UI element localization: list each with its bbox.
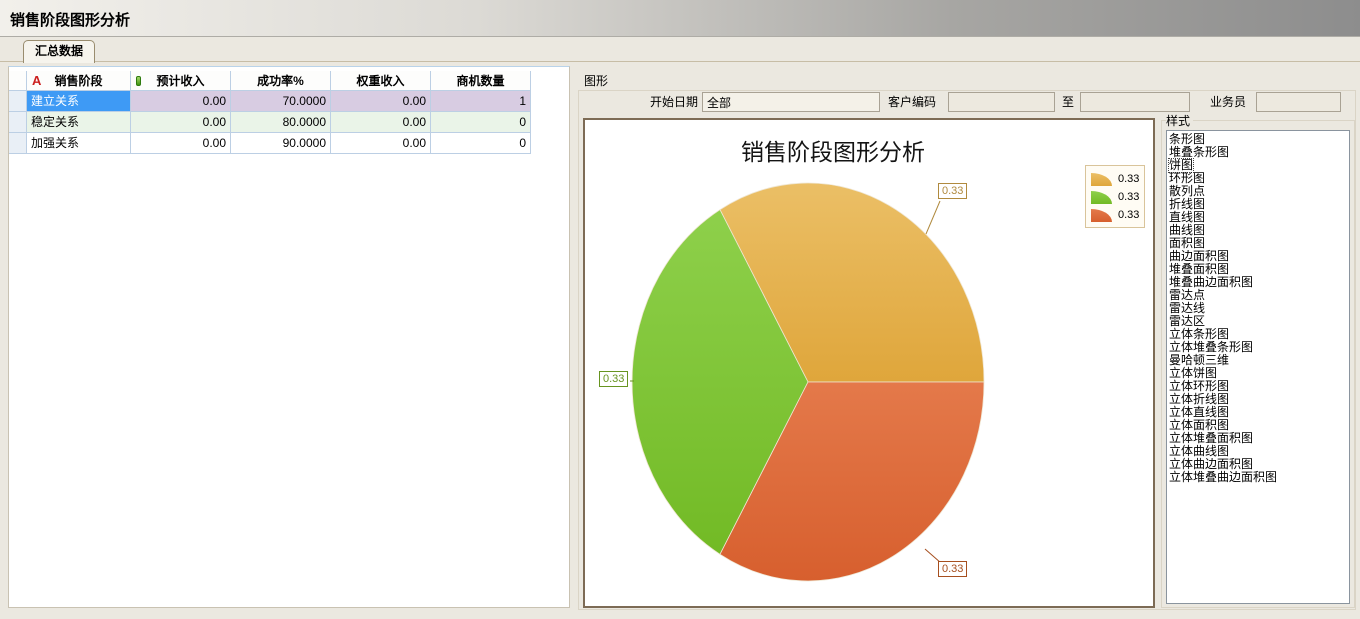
start-date-input[interactable]	[702, 92, 880, 112]
column-label: 预计收入	[156, 71, 204, 91]
chart-legend: 0.33 0.33 0.33	[1085, 165, 1145, 228]
cell-stage[interactable]: 稳定关系	[27, 112, 131, 133]
column-label: 销售阶段	[54, 71, 102, 91]
column-header-expected-income[interactable]: 预计收入	[131, 71, 231, 91]
start-date-label: 开始日期	[610, 92, 698, 112]
cell-weighted-income[interactable]: 0.00	[331, 133, 431, 154]
column-header-opportunity-count[interactable]: 商机数量	[431, 71, 531, 91]
salesman-input[interactable]	[1256, 92, 1341, 112]
legend-swatch	[1091, 209, 1112, 222]
legend-entry: 0.33	[1091, 206, 1139, 224]
cell-expected-income[interactable]: 0.00	[131, 133, 231, 154]
numeric-field-icon	[136, 76, 141, 86]
cell-expected-income[interactable]: 0.00	[131, 112, 231, 133]
pie-callout: 0.33	[938, 183, 967, 199]
tab-strip-divider	[0, 61, 1360, 62]
legend-entry: 0.33	[1091, 170, 1139, 188]
tab-summary-data[interactable]: 汇总数据	[23, 40, 95, 63]
row-indicator[interactable]	[9, 133, 27, 154]
pie-chart-panel: 销售阶段图形分析 0.33 0.33 0.33 0.330.330.33	[583, 118, 1155, 608]
summary-grid: A 销售阶段 预计收入 成功率% 权重收入 商机数量	[9, 71, 531, 154]
row-indicator-header	[9, 71, 27, 91]
legend-label: 0.33	[1118, 173, 1139, 185]
chart-style-listbox[interactable]: 条形图堆叠条形图饼图环形图散列点折线图直线图曲线图面积图曲边面积图堆叠面积图堆叠…	[1166, 130, 1350, 604]
column-label: 商机数量	[456, 71, 504, 91]
legend-swatch	[1091, 173, 1112, 186]
cell-weighted-income[interactable]: 0.00	[331, 112, 431, 133]
graph-group-label: 图形	[584, 72, 612, 89]
column-header-success-rate[interactable]: 成功率%	[231, 71, 331, 91]
legend-label: 0.33	[1118, 209, 1139, 221]
callout-line	[926, 201, 940, 234]
customer-code-from-input[interactable]	[948, 92, 1055, 112]
cell-opportunity-count[interactable]: 0	[431, 112, 531, 133]
legend-entry: 0.33	[1091, 188, 1139, 206]
table-row[interactable]: 加强关系 0.00 90.0000 0.00 0	[9, 133, 531, 154]
cell-opportunity-count[interactable]: 0	[431, 133, 531, 154]
cell-weighted-income[interactable]: 0.00	[331, 91, 431, 112]
to-label: 至	[1062, 92, 1076, 112]
customer-code-to-input[interactable]	[1080, 92, 1190, 112]
column-header-stage[interactable]: A 销售阶段	[27, 71, 131, 91]
cell-stage[interactable]: 建立关系	[27, 91, 131, 112]
cell-stage[interactable]: 加强关系	[27, 133, 131, 154]
style-group-label: 样式	[1166, 112, 1193, 129]
style-option[interactable]: 堆叠条形图	[1169, 146, 1349, 159]
pie-callout: 0.33	[938, 561, 967, 577]
cell-success-rate[interactable]: 80.0000	[231, 112, 331, 133]
sort-a-icon: A	[32, 71, 41, 91]
row-indicator[interactable]	[9, 112, 27, 133]
salesman-label: 业务员	[1206, 92, 1246, 112]
cell-success-rate[interactable]: 90.0000	[231, 133, 331, 154]
column-label: 成功率%	[257, 71, 304, 91]
column-header-weighted-income[interactable]: 权重收入	[331, 71, 431, 91]
grid-header-row: A 销售阶段 预计收入 成功率% 权重收入 商机数量	[9, 71, 531, 91]
row-indicator[interactable]	[9, 91, 27, 112]
window-title-bar: 销售阶段图形分析	[0, 0, 1360, 37]
app-window: 销售阶段图形分析 汇总数据 A 销售阶段 预计收入 成功率% 权重收入	[0, 0, 1360, 619]
table-row[interactable]: 建立关系 0.00 70.0000 0.00 1	[9, 91, 531, 112]
cell-success-rate[interactable]: 70.0000	[231, 91, 331, 112]
cell-expected-income[interactable]: 0.00	[131, 91, 231, 112]
legend-swatch	[1091, 191, 1112, 204]
pie-callout: 0.33	[599, 371, 628, 387]
summary-panel: A 销售阶段 预计收入 成功率% 权重收入 商机数量	[8, 66, 570, 608]
style-option[interactable]: 立体堆叠曲边面积图	[1169, 471, 1349, 484]
cell-opportunity-count[interactable]: 1	[431, 91, 531, 112]
customer-code-label: 客户编码	[876, 92, 936, 112]
table-row[interactable]: 稳定关系 0.00 80.0000 0.00 0	[9, 112, 531, 133]
pie-chart	[585, 120, 1153, 606]
legend-label: 0.33	[1118, 191, 1139, 203]
column-label: 权重收入	[356, 71, 404, 91]
page-title: 销售阶段图形分析	[10, 9, 130, 30]
